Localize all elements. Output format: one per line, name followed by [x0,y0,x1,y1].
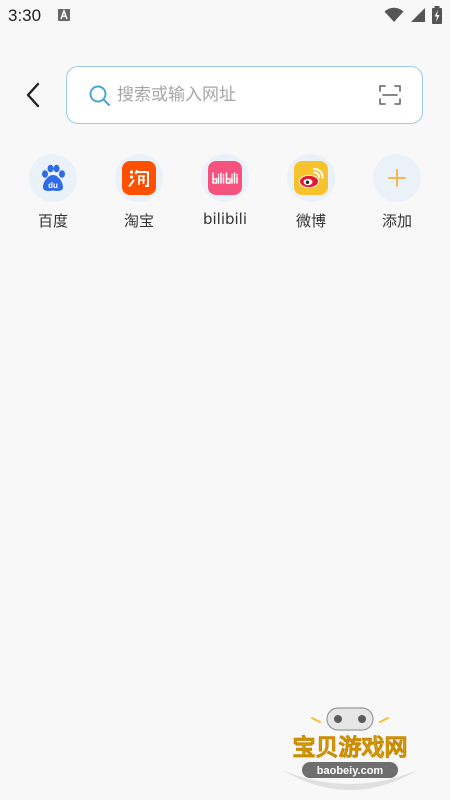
shortcut-bilibili[interactable]: bilibili [190,154,260,232]
shortcut-baidu[interactable]: du 百度 [18,154,88,232]
status-icons [384,6,442,24]
shortcut-taobao[interactable]: 淘宝 [104,154,174,232]
shortcut-label: 微博 [295,212,326,230]
wifi-icon [384,7,404,22]
baidu-icon: du [29,154,77,202]
shortcuts-grid: du 百度 淘宝 bilibili 微博 添加 [0,154,450,234]
signal-icon [411,8,425,22]
shortcut-label: bilibili [202,210,248,228]
bilibili-icon [201,154,249,202]
svg-text:baobeiy.com: baobeiy.com [317,765,384,777]
notification-a-icon [58,9,70,21]
status-bar: 3:30 [0,0,450,32]
battery-charging-icon [432,6,442,24]
svg-text:宝贝游戏网: 宝贝游戏网 [293,734,408,761]
plus-icon [373,154,421,202]
shortcut-label: 百度 [37,212,68,230]
scan-icon [379,85,401,105]
watermark-logo: 宝贝游戏网 baobeiy.com [282,707,418,790]
shortcut-label: 添加 [381,212,412,230]
status-time: 3:30 [8,6,42,25]
search-input[interactable] [117,67,367,123]
scan-button[interactable] [378,83,402,107]
svg-text:du: du [48,181,58,190]
shortcut-add[interactable]: 添加 [362,154,432,232]
shortcut-label: 淘宝 [123,212,154,230]
weibo-icon [287,154,335,202]
taobao-icon [115,154,163,202]
back-button[interactable] [18,80,48,110]
search-icon [89,85,111,107]
search-box[interactable] [66,66,423,124]
shortcut-weibo[interactable]: 微博 [276,154,346,232]
chevron-left-icon [26,82,40,108]
